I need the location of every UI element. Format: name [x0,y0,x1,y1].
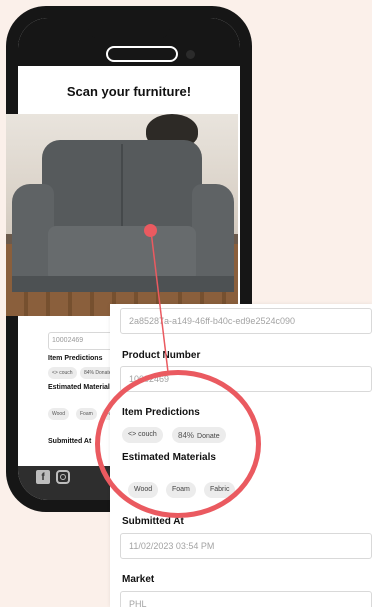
market-input[interactable]: PHL [120,591,372,607]
page-title: Scan your furniture! [66,84,192,99]
estimated-materials-label: Estimated Materials [48,384,114,391]
market-label: Market [122,574,155,585]
product-number-label: Product Number [122,350,201,361]
speaker-icon [106,46,178,62]
material-chip-wood: Wood [48,408,69,420]
highlight-ring [95,370,261,518]
item-predictions-label: Item Predictions [48,355,103,362]
couch-seat [48,226,196,282]
camera-icon [186,50,195,59]
pointer-dot [144,224,157,237]
prediction-pct: 84% [84,370,95,376]
id-field[interactable]: 2a85287a-a149-46ff-b40c-ed9e2524c090 [120,308,372,334]
submitted-at-label: Submitted At [48,438,92,445]
prediction-chip: <> couch [48,367,77,379]
facebook-icon[interactable]: f [36,470,50,484]
couch-base [12,276,234,292]
phone-notch [88,18,170,40]
submitted-at-input[interactable]: 11/02/2023 03:54 PM [120,533,372,559]
instagram-icon[interactable] [56,470,70,484]
material-chip-foam: Foam [76,408,97,420]
furniture-photo [6,114,238,316]
